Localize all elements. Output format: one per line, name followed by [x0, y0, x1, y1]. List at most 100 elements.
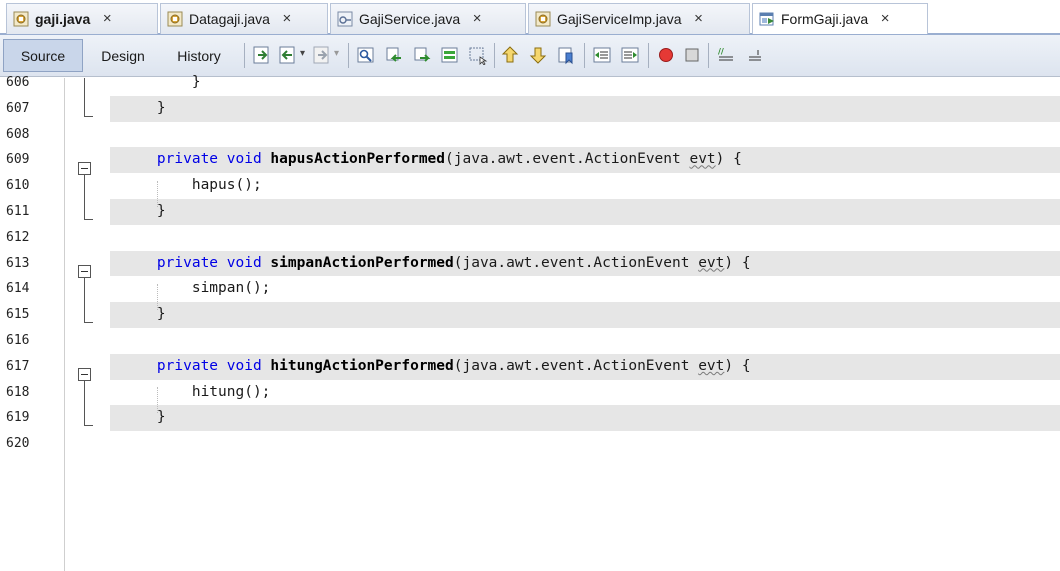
- find-next-icon[interactable]: [412, 45, 432, 65]
- line-highlight: [110, 405, 1060, 432]
- indent-guide: [157, 181, 158, 207]
- code-text[interactable]: private void hitungActionPerformed(java.…: [122, 354, 751, 380]
- code-line[interactable]: 613 private void simpanActionPerformed(j…: [0, 250, 1060, 277]
- code-line[interactable]: 612: [0, 225, 1060, 251]
- code-text[interactable]: hitung();: [122, 380, 271, 406]
- comment-icon[interactable]: //: [716, 45, 736, 65]
- code-text[interactable]: private void hapusActionPerformed(java.a…: [122, 147, 742, 173]
- close-icon[interactable]: ×: [470, 11, 484, 26]
- code-line[interactable]: 610 hapus();: [0, 173, 1060, 199]
- code-text[interactable]: private void simpanActionPerformed(java.…: [122, 251, 751, 277]
- java-form-icon: [13, 11, 29, 27]
- line-number: 612: [6, 229, 30, 245]
- shift-right-icon[interactable]: [620, 45, 640, 65]
- line-number: 607: [6, 100, 30, 116]
- method-name-token: hitungActionPerformed: [270, 357, 454, 374]
- code-text[interactable]: }: [122, 70, 201, 96]
- keyword-token: private void: [156, 254, 271, 271]
- toolbar-separator: [494, 43, 495, 68]
- find-prev-icon[interactable]: [384, 45, 404, 65]
- parameter-token: (java.awt.event.ActionEvent: [453, 254, 699, 271]
- code-text[interactable]: simpan();: [122, 276, 271, 302]
- unused-parameter-token: evt: [698, 254, 725, 271]
- fold-collapse-icon[interactable]: [78, 265, 91, 278]
- line-number: 610: [6, 178, 30, 194]
- fold-guide-line: [84, 381, 85, 425]
- code-line[interactable]: 620: [0, 431, 1060, 457]
- toolbar-separator: [648, 43, 649, 68]
- forward-dropdown-icon[interactable]: ▾: [334, 48, 339, 59]
- close-icon[interactable]: ×: [100, 11, 114, 26]
- design-button[interactable]: Design: [88, 39, 158, 72]
- code-editor[interactable]: 606 } 607 } 608 609 private void hapusActio…: [0, 74, 1060, 571]
- java-form-icon: [167, 11, 183, 27]
- line-number: 611: [6, 204, 30, 219]
- toggle-bookmark-icon[interactable]: [556, 45, 576, 65]
- back-icon[interactable]: [278, 45, 298, 65]
- fold-collapse-icon[interactable]: [78, 368, 91, 381]
- tab-gaji-java[interactable]: gaji.java ×: [6, 3, 158, 34]
- line-highlight: [110, 302, 1060, 328]
- fold-end-marker: [84, 425, 93, 426]
- indent-guide: [157, 284, 158, 310]
- forward-icon[interactable]: [312, 45, 332, 65]
- code-line[interactable]: 609 private void hapusActionPerformed(ja…: [0, 147, 1060, 174]
- java-frame-icon: [759, 12, 774, 26]
- source-button[interactable]: Source: [3, 39, 83, 72]
- tab-label: GajiServiceImp.java: [557, 11, 682, 27]
- back-dropdown-icon[interactable]: ▾: [300, 48, 305, 59]
- line-number: 609: [6, 152, 30, 168]
- code-line[interactable]: 618 hitung();: [0, 380, 1060, 406]
- code-text[interactable]: }: [122, 199, 166, 225]
- code-line[interactable]: 608: [0, 122, 1060, 148]
- java-form-icon: [535, 11, 551, 27]
- java-interface-icon: [337, 11, 353, 27]
- next-bookmark-icon[interactable]: [528, 45, 548, 65]
- code-line[interactable]: 616: [0, 328, 1060, 354]
- fold-end-marker: [84, 219, 93, 220]
- prev-bookmark-icon[interactable]: [500, 45, 520, 65]
- code-line[interactable]: 611 }: [0, 199, 1060, 225]
- code-text[interactable]: }: [122, 302, 166, 328]
- line-highlight: [110, 199, 1060, 225]
- close-icon[interactable]: ×: [280, 11, 294, 26]
- shift-left-icon[interactable]: [592, 45, 612, 65]
- line-number: 616: [6, 333, 30, 348]
- code-line[interactable]: 606 }: [0, 70, 1060, 96]
- punctuation-token: ) {: [724, 357, 751, 374]
- line-number: 606: [6, 75, 30, 90]
- punctuation-token: ) {: [724, 254, 751, 271]
- tab-gajiserviceimp-java[interactable]: GajiServiceImp.java ×: [528, 3, 750, 34]
- keyword-token: private void: [156, 357, 271, 374]
- start-macro-icon[interactable]: [656, 45, 676, 65]
- tab-datagaji-java[interactable]: Datagaji.java ×: [160, 3, 328, 34]
- toolbar-separator: [708, 43, 709, 68]
- fold-guide-line: [84, 78, 85, 116]
- close-icon[interactable]: ×: [692, 11, 706, 26]
- code-line[interactable]: 614 simpan();: [0, 276, 1060, 302]
- line-highlight: [110, 95, 1060, 122]
- fold-collapse-icon[interactable]: [78, 162, 91, 175]
- close-icon[interactable]: ×: [878, 11, 892, 26]
- stop-macro-icon[interactable]: [682, 45, 702, 65]
- code-line[interactable]: 615 }: [0, 302, 1060, 328]
- tab-formgaji-java[interactable]: FormGaji.java ×: [752, 3, 928, 34]
- code-line[interactable]: 619 }: [0, 405, 1060, 432]
- punctuation-token: ) {: [715, 151, 742, 168]
- uncomment-icon[interactable]: [744, 45, 764, 65]
- toggle-rect-select-icon[interactable]: [468, 45, 488, 65]
- code-line[interactable]: 607 }: [0, 95, 1060, 122]
- last-edit-icon[interactable]: [252, 45, 272, 65]
- code-text[interactable]: }: [122, 96, 166, 122]
- history-button[interactable]: History: [162, 39, 236, 72]
- fold-guide-line: [84, 278, 85, 322]
- code-text[interactable]: }: [122, 405, 166, 431]
- find-icon[interactable]: [356, 45, 376, 65]
- code-line[interactable]: 617 private void hitungActionPerformed(j…: [0, 353, 1060, 380]
- method-name-token: hapusActionPerformed: [270, 151, 446, 168]
- toolbar-separator: [244, 43, 245, 68]
- tab-gajiservice-java[interactable]: GajiService.java ×: [330, 3, 526, 34]
- toggle-highlight-icon[interactable]: [440, 45, 460, 65]
- code-text[interactable]: hapus();: [122, 173, 262, 199]
- parameter-token: (java.awt.event.ActionEvent: [445, 151, 690, 168]
